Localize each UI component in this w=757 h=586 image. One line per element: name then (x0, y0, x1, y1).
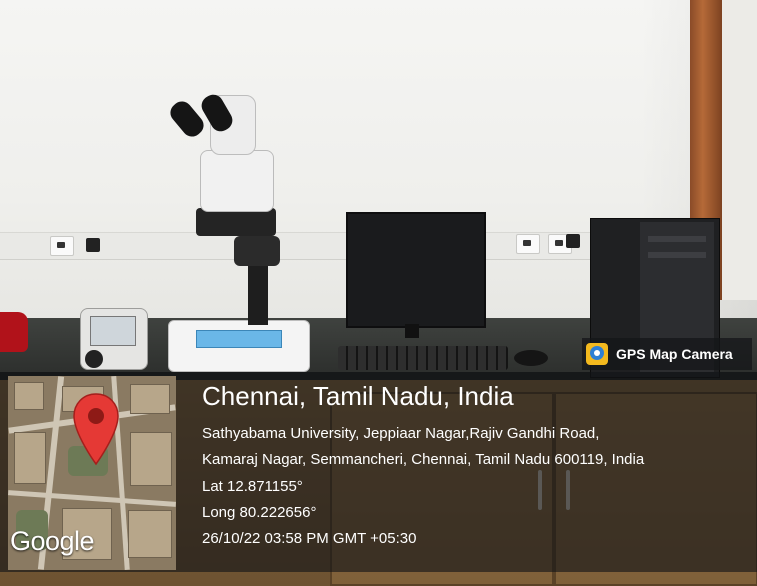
timestamp: 26/10/22 03:58 PM GMT +05:30 (202, 530, 417, 547)
gps-map-camera-icon (586, 343, 608, 365)
map-attribution: Google (10, 526, 95, 556)
drive-bay (648, 252, 706, 258)
drive-bay (648, 236, 706, 242)
red-cloth (0, 312, 28, 352)
monitor-stand (405, 324, 419, 338)
photo-frame: GPS Map Camera Google Chennai, Tamil Nad… (0, 0, 757, 586)
gps-map-camera-badge: GPS Map Camera (582, 338, 752, 370)
longitude: Long 80.222656° (202, 504, 317, 521)
microscope-body (200, 150, 274, 212)
map-pin-icon (73, 393, 119, 466)
keyboard (338, 346, 508, 370)
address-line-1: Sathyabama University, Jeppiaar Nagar,Ra… (202, 425, 600, 442)
socket-plug (566, 234, 580, 248)
wall-socket (516, 234, 540, 254)
address-line-2: Kamaraj Nagar, Semmancheri, Chennai, Tam… (202, 451, 645, 468)
microscope-focus-block (234, 236, 280, 266)
microscope-ring-light (196, 208, 276, 236)
instrument-knob (85, 350, 103, 368)
wall-socket (50, 236, 74, 256)
socket-plug (86, 238, 100, 252)
location-title: Chennai, Tamil Nadu, India (202, 381, 514, 411)
gps-badge-label: GPS Map Camera (616, 346, 733, 362)
door-panel (722, 0, 757, 300)
monitor (346, 212, 486, 328)
instrument-screen (90, 316, 136, 346)
mouse (514, 350, 548, 366)
latitude: Lat 12.871155° (202, 478, 303, 495)
microscope-stage-light (196, 330, 282, 348)
